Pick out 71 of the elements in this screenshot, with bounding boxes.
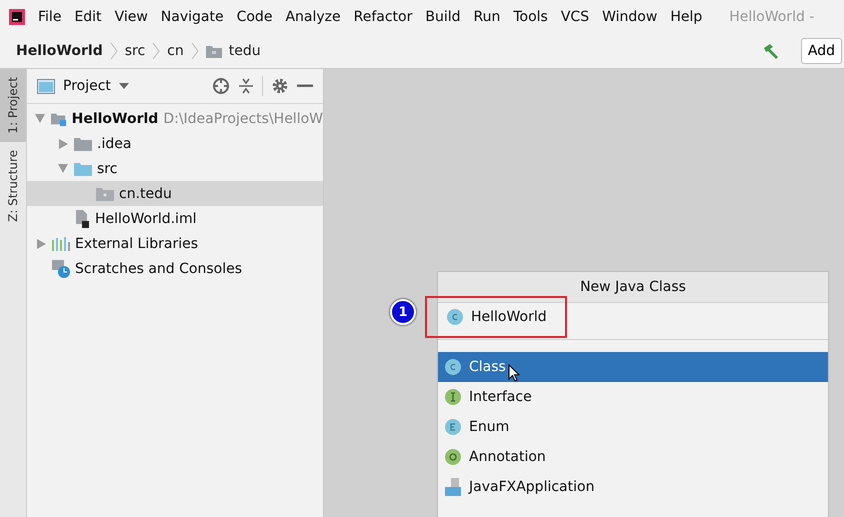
menu-item[interactable]: View (114, 9, 148, 25)
breadcrumb[interactable]: tedu (228, 43, 261, 59)
menu-item[interactable]: Navigate (160, 9, 224, 25)
package-folder-icon (96, 186, 114, 200)
class-icon (445, 359, 461, 375)
menu-item[interactable]: Refactor (354, 9, 412, 25)
tree-item[interactable]: cn.tedu (27, 181, 323, 206)
module-folder-icon (50, 110, 67, 126)
tree-label: External Libraries (75, 236, 198, 252)
class-kind-option[interactable]: Class (438, 352, 828, 382)
tree-label: HelloWorld.iml (95, 210, 196, 226)
menu-item[interactable]: Tools (513, 9, 548, 25)
menu-item[interactable]: Analyze (285, 9, 341, 25)
tree-label: HelloWorld (72, 110, 158, 126)
file-icon (74, 210, 90, 228)
app-logo-icon (9, 9, 25, 25)
class-kind-option[interactable]: Interface (438, 382, 828, 412)
class-kind-option[interactable]: JavaFXApplication (438, 472, 828, 502)
tree-label: .idea (97, 136, 132, 152)
menu-item[interactable]: Window (602, 9, 658, 25)
tree-label: Scratches and Consoles (75, 260, 242, 276)
panel-title[interactable]: Project (63, 78, 111, 94)
class-kind-option[interactable]: Enum (438, 412, 828, 442)
folder-icon (74, 162, 92, 176)
tree-item[interactable]: External Libraries (27, 231, 323, 256)
tree-item[interactable]: HelloWorld D:\IdeaProjects\HelloW (27, 106, 323, 131)
chevron-icon (152, 42, 160, 60)
enum-icon (445, 419, 461, 435)
menu-item[interactable]: File (38, 9, 62, 25)
menu-item[interactable]: VCS (560, 9, 590, 25)
menu-item[interactable]: Code (236, 9, 272, 25)
hammer-icon[interactable] (762, 42, 780, 60)
project-view-icon (37, 78, 55, 94)
menu-item[interactable]: Edit (74, 9, 102, 25)
tree-item[interactable]: Scratches and Consoles (27, 256, 323, 281)
window-title: HelloWorld - (729, 9, 814, 25)
folder-icon (206, 44, 222, 58)
chevron-icon (110, 42, 118, 60)
dialog-title: New Java Class (438, 272, 828, 303)
project-path: D:\IdeaProjects\HelloW (163, 110, 323, 126)
menu-item[interactable]: Run (474, 9, 500, 25)
collapse-all-icon[interactable] (238, 77, 254, 95)
tree-label: cn.tedu (119, 186, 172, 202)
settings-icon[interactable] (271, 77, 289, 95)
tree-label: src (97, 160, 118, 176)
menu-item[interactable]: Help (670, 9, 702, 25)
callout-badge: 1 (390, 299, 416, 325)
chevron-icon (190, 42, 199, 60)
scratches-icon (52, 260, 70, 278)
breadcrumb[interactable]: src (124, 43, 146, 59)
side-tab[interactable]: Z: Structure (0, 142, 26, 230)
mouse-cursor-icon (508, 364, 520, 382)
annotation-icon (445, 449, 461, 465)
add-configuration-button[interactable]: Add (800, 38, 842, 64)
tree-item[interactable]: .idea (27, 131, 323, 156)
class-kind-option[interactable]: Annotation (438, 442, 828, 472)
menu-item[interactable]: Build (425, 9, 460, 25)
minimize-icon[interactable] (297, 84, 313, 88)
javafx-icon (445, 478, 461, 496)
folder-icon (74, 136, 92, 150)
class-icon (447, 309, 463, 325)
name-input-field[interactable]: HelloWorld (425, 296, 567, 338)
interface-icon (445, 389, 461, 405)
tree-item[interactable]: HelloWorld.iml (27, 206, 323, 231)
dropdown-caret-icon[interactable] (118, 83, 129, 89)
breadcrumb[interactable]: HelloWorld (16, 43, 103, 59)
side-tab[interactable]: 1: Project (0, 69, 26, 142)
tree-item[interactable]: src (27, 156, 323, 181)
crosshair-icon[interactable] (212, 77, 230, 95)
breadcrumb[interactable]: cn (167, 43, 184, 59)
libraries-icon (52, 236, 70, 250)
